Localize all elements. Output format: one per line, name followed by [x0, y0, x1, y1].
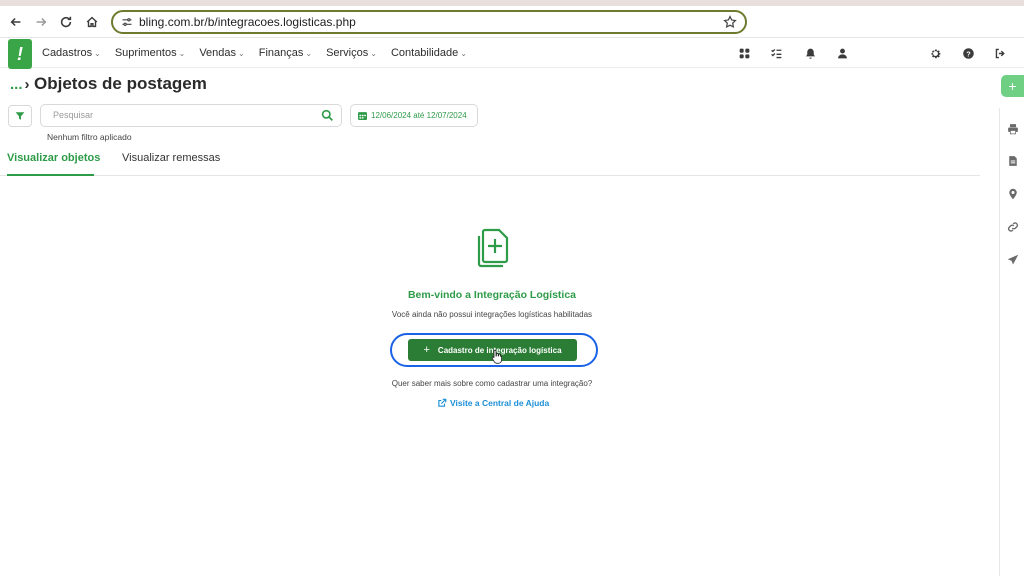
menu-item-suprimentos[interactable]: Suprimentos ⌄: [115, 47, 185, 59]
empty-state-subtitle: Você ainda não possui integrações logíst…: [391, 310, 593, 319]
tab-bar: Visualizar objetos Visualizar remessas: [0, 150, 980, 176]
menu-label: Contabilidade: [390, 47, 459, 59]
menu-item-vendas[interactable]: Vendas ⌄: [199, 47, 244, 59]
tab-visualizar-objetos[interactable]: Visualizar objetos: [7, 152, 100, 164]
menu-item-financas[interactable]: Finanças ⌄: [259, 47, 312, 59]
chevron-down-icon: ⌄: [94, 49, 101, 58]
menu-label: Finanças: [258, 47, 304, 59]
document-icon[interactable]: [1007, 154, 1019, 166]
location-pin-icon[interactable]: [1007, 187, 1019, 200]
browser-toolbar: bling.com.br/b/integracoes.logisticas.ph…: [0, 6, 1024, 38]
add-button[interactable]: +: [1001, 75, 1024, 97]
filter-button[interactable]: [8, 105, 32, 127]
url-text: bling.com.br/b/integracoes.logisticas.ph…: [139, 15, 356, 29]
date-range-button[interactable]: 12/06/2024 até 12/07/2024: [350, 104, 478, 127]
calendar-icon: [358, 112, 367, 120]
breadcrumb-ellipsis: ...: [10, 76, 23, 93]
chevron-right-icon: ›: [24, 76, 30, 93]
date-range-text: 12/06/2024 até 12/07/2024: [371, 111, 467, 120]
tasks-checklist-icon[interactable]: [769, 46, 783, 60]
app-header: ! Cadastros ⌄ Suprimentos ⌄ Vendas ⌄ Finanç…: [0, 39, 1024, 69]
bell-icon[interactable]: [803, 46, 817, 60]
home-icon[interactable]: [82, 12, 102, 32]
menu-label: Cadastros: [42, 47, 93, 59]
menu-item-servicos[interactable]: Serviços ⌄: [326, 47, 377, 59]
site-settings-icon[interactable]: [121, 16, 133, 28]
reload-icon[interactable]: [56, 12, 76, 32]
help-center-link[interactable]: Visite a Central de Ajuda: [437, 398, 549, 408]
back-arrow-icon[interactable]: [6, 12, 26, 32]
breadcrumb[interactable]: ... ›: [10, 76, 30, 93]
plus-icon: +: [423, 344, 430, 356]
chevron-down-icon: ⌄: [178, 49, 186, 58]
chevron-down-icon: ⌄: [370, 49, 377, 58]
gear-icon[interactable]: [928, 46, 942, 60]
logout-icon[interactable]: [993, 46, 1007, 60]
hand-cursor-icon: [491, 349, 502, 364]
chevron-down-icon: ⌄: [305, 49, 313, 58]
menu-label: Suprimentos: [114, 47, 177, 59]
menu-label: Serviços: [326, 47, 369, 59]
search-placeholder: Pesquisar: [53, 110, 94, 120]
chevron-down-icon: ⌄: [238, 49, 245, 58]
funnel-icon: [15, 112, 25, 120]
chevron-down-icon: ⌄: [460, 49, 467, 58]
forward-arrow-icon[interactable]: [31, 12, 51, 32]
user-icon[interactable]: [835, 46, 849, 60]
send-icon[interactable]: [1007, 253, 1019, 265]
bling-logo[interactable]: !: [8, 39, 32, 69]
menu-label: Vendas: [199, 47, 237, 59]
active-tab-indicator: [7, 174, 94, 176]
tab-visualizar-remessas[interactable]: Visualizar remessas: [122, 152, 220, 164]
address-bar[interactable]: bling.com.br/b/integracoes.logisticas.ph…: [111, 10, 747, 34]
menu-item-contabilidade[interactable]: Contabilidade ⌄: [391, 47, 467, 59]
external-link-icon: [438, 398, 447, 407]
app-root: bling.com.br/b/integracoes.logisticas.ph…: [0, 0, 1024, 576]
search-input[interactable]: Pesquisar: [40, 104, 342, 127]
svg-text:?: ?: [966, 49, 971, 58]
document-add-icon: [477, 228, 509, 268]
link-icon[interactable]: [1007, 220, 1019, 232]
help-link-label: Visite a Central de Ajuda: [450, 398, 550, 408]
search-icon[interactable]: [321, 109, 334, 122]
help-question: Quer saber mais sobre como cadastrar uma…: [391, 379, 593, 388]
help-icon[interactable]: ?: [961, 46, 975, 60]
apps-grid-icon[interactable]: [737, 46, 751, 60]
print-icon[interactable]: [1007, 122, 1019, 135]
page-title: Objetos de postagem: [34, 74, 207, 93]
main-menu: Cadastros ⌄ Suprimentos ⌄ Vendas ⌄ Finanças…: [42, 47, 481, 59]
menu-item-cadastros[interactable]: Cadastros ⌄: [42, 47, 101, 59]
bookmark-star-icon[interactable]: [723, 15, 737, 29]
right-sidebar: [999, 108, 1024, 576]
empty-state-title: Bem-vindo a Integração Logística: [407, 289, 577, 301]
filter-status: Nenhum filtro aplicado: [47, 132, 132, 142]
